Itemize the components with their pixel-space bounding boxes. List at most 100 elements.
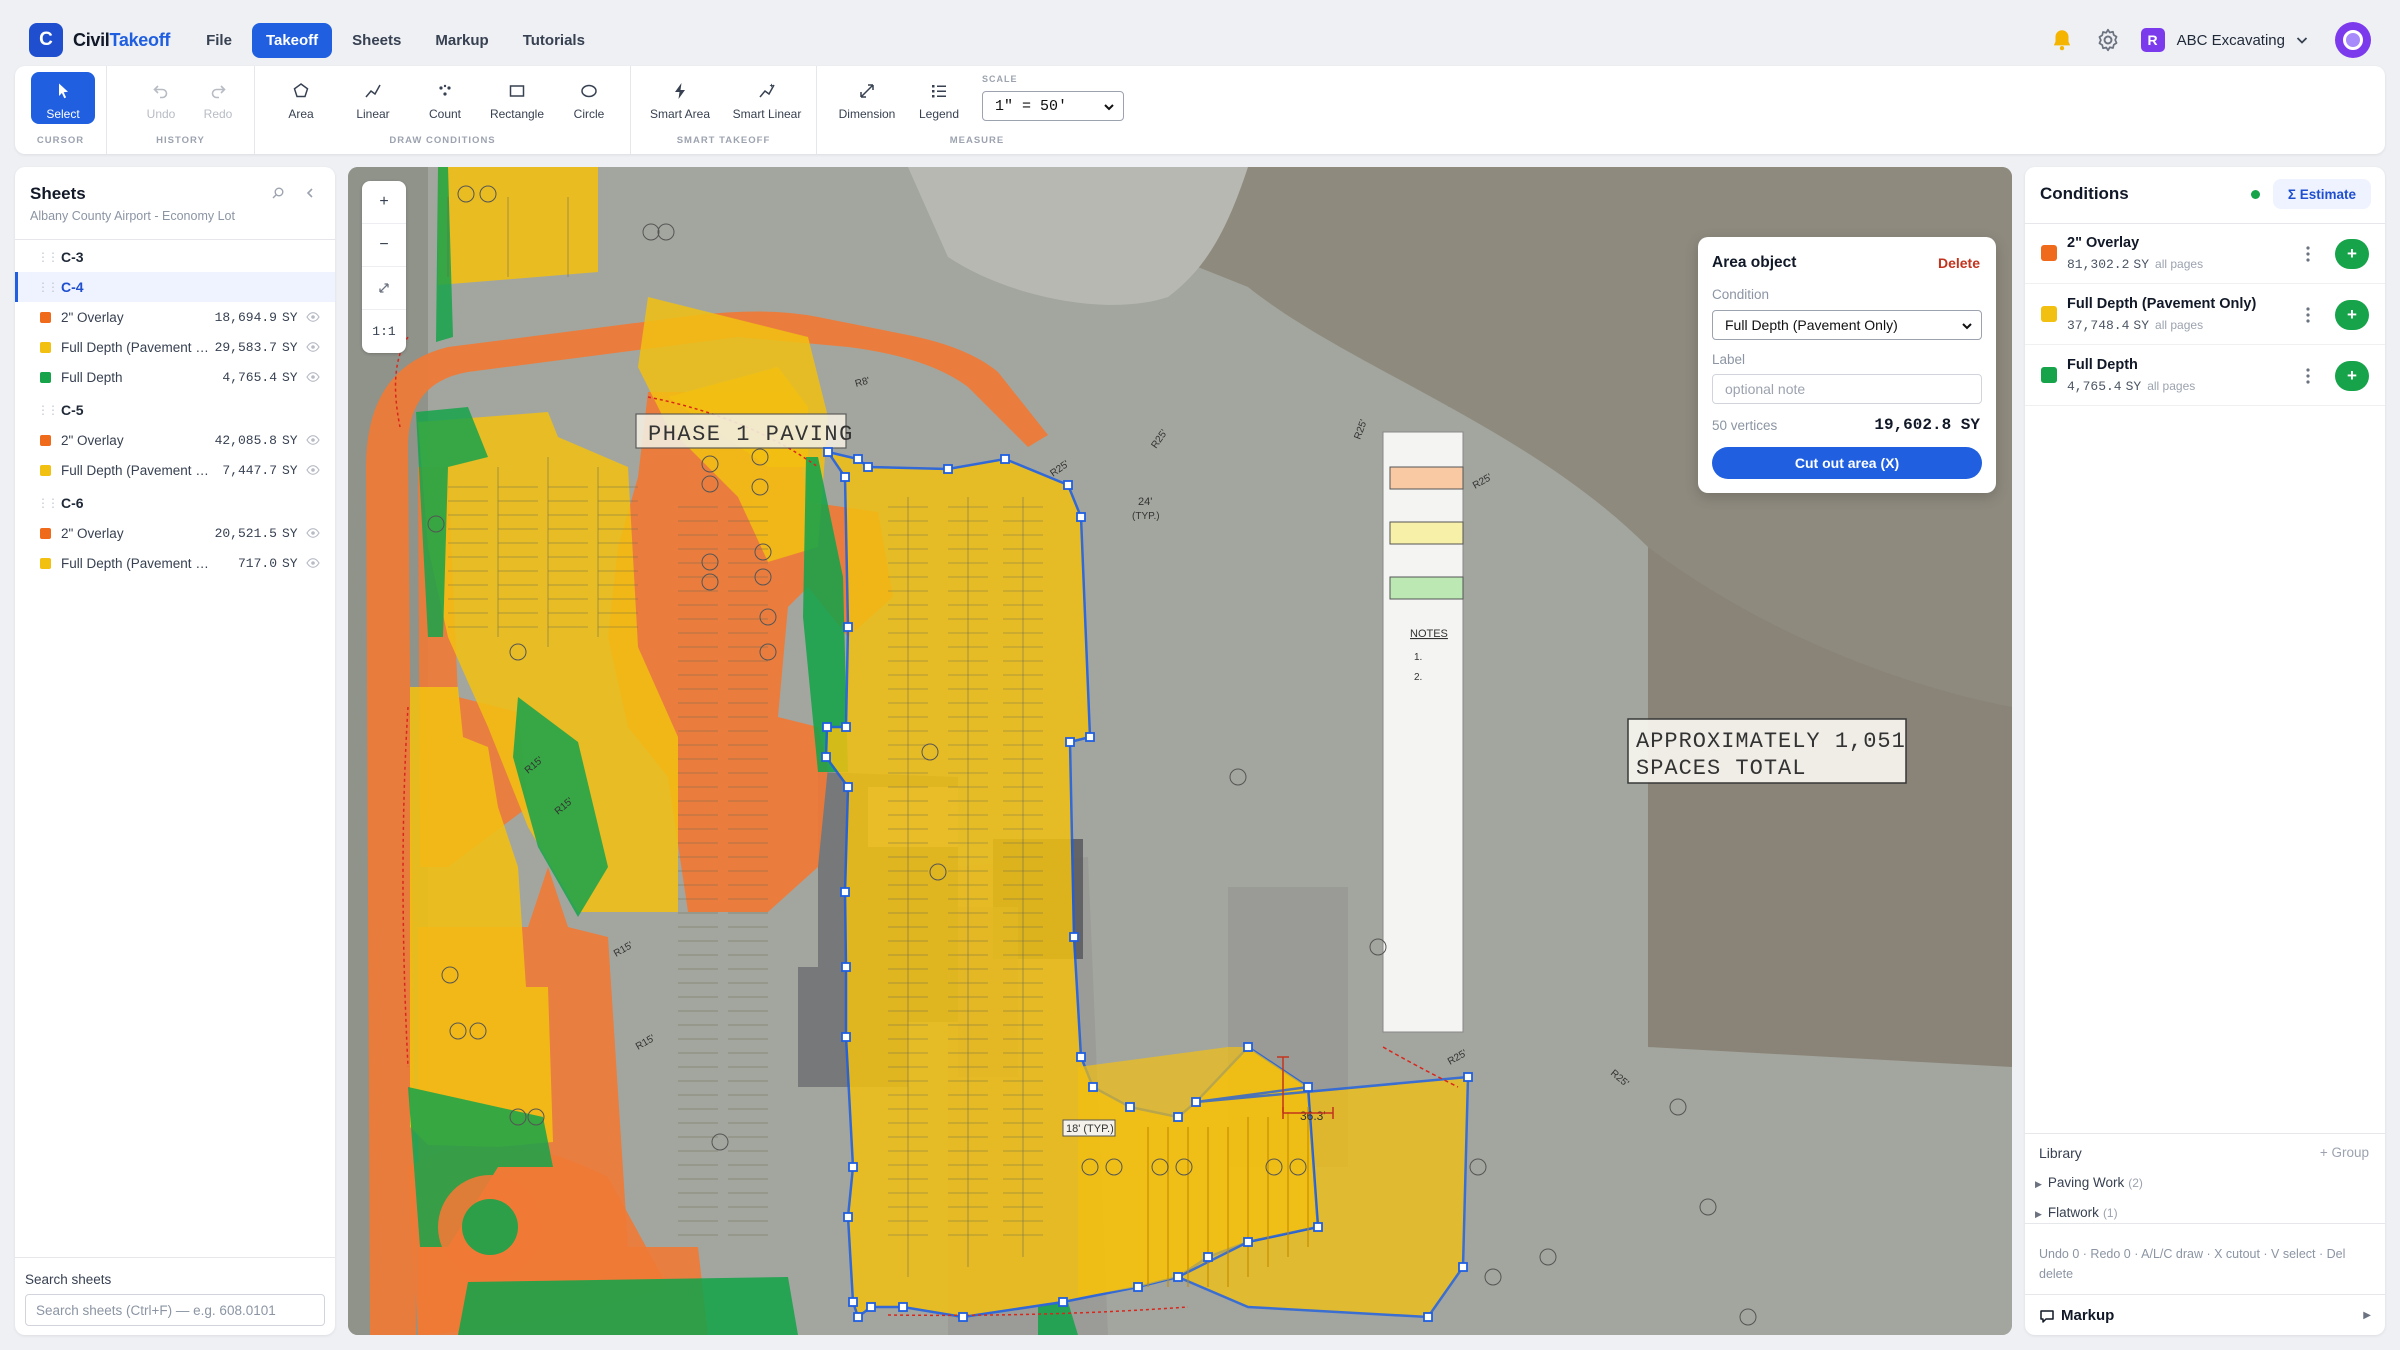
sheet-item-c4[interactable]: ⋮⋮ C-4 <box>15 272 335 302</box>
area-tool-button[interactable]: Area <box>269 72 333 124</box>
bell-icon[interactable] <box>2049 27 2075 53</box>
vertex-handle[interactable] <box>1173 1272 1183 1282</box>
vertex-handle[interactable] <box>840 472 850 482</box>
rectangle-tool-button[interactable]: Rectangle <box>485 72 549 124</box>
chevron-left-icon[interactable] <box>303 186 317 200</box>
vertex-handle[interactable] <box>843 782 853 792</box>
vertex-handle[interactable] <box>1125 1102 1135 1112</box>
dimension-tool-button[interactable]: Dimension <box>831 72 903 124</box>
menu-tutorials[interactable]: Tutorials <box>509 23 599 58</box>
vertex-handle[interactable] <box>1085 732 1095 742</box>
vertex-handle[interactable] <box>898 1302 908 1312</box>
zoom-in-button[interactable]: + <box>362 181 406 224</box>
gear-icon[interactable] <box>2095 27 2121 53</box>
org-icon[interactable]: R <box>2140 28 2165 52</box>
add-condition-button[interactable]: + <box>2335 239 2369 269</box>
vertex-handle[interactable] <box>1069 932 1079 942</box>
sheet-condition-row[interactable]: Full Depth (Pavement Only) 29,583.7 SY <box>15 332 335 362</box>
condition-item[interactable]: 2" Overlay 81,302.2 SY all pages + <box>2025 224 2385 284</box>
vertex-handle[interactable] <box>1088 1082 1098 1092</box>
scale-select[interactable]: 1" = 50' <box>982 91 1124 121</box>
vertex-handle[interactable] <box>848 1297 858 1307</box>
smart-area-button[interactable]: Smart Area <box>643 72 717 124</box>
vertex-handle[interactable] <box>1076 1052 1086 1062</box>
menu-sheets[interactable]: Sheets <box>338 23 415 58</box>
vertex-handle[interactable] <box>841 962 851 972</box>
sheet-condition-row[interactable]: Full Depth (Pavement Only) 717.0 SY <box>15 548 335 578</box>
more-vertical-icon[interactable] <box>2304 305 2312 325</box>
redo-button[interactable]: Redo <box>186 72 250 124</box>
reset-zoom-button[interactable]: 1:1 <box>362 310 406 353</box>
vertex-handle[interactable] <box>1303 1082 1313 1092</box>
cut-out-area-button[interactable]: Cut out area (X) <box>1712 447 1982 479</box>
search-sheets-input[interactable] <box>25 1294 325 1326</box>
sheet-condition-row[interactable]: 2" Overlay 20,521.5 SY <box>15 518 335 548</box>
vertex-handle[interactable] <box>840 887 850 897</box>
menu-takeoff[interactable]: Takeoff <box>251 22 333 58</box>
vertex-handle[interactable] <box>866 1302 876 1312</box>
sheet-condition-row[interactable]: Full Depth 4,765.4 SY <box>15 362 335 392</box>
eye-icon[interactable] <box>305 433 320 447</box>
more-vertical-icon[interactable] <box>2304 366 2312 386</box>
vertex-handle[interactable] <box>1058 1297 1068 1307</box>
vertex-handle[interactable] <box>1313 1222 1323 1232</box>
select-tool-button[interactable]: Select <box>31 72 95 124</box>
condition-item[interactable]: Full Depth (Pavement Only) 37,748.4 SY all… <box>2025 285 2385 345</box>
count-tool-button[interactable]: Count <box>413 72 477 124</box>
delete-button[interactable]: Delete <box>1938 255 1980 271</box>
library-item-flatwork[interactable]: ▶ Flatwork (1) <box>2035 1205 2118 1220</box>
vertex-handle[interactable] <box>1243 1042 1253 1052</box>
caret-right-icon[interactable]: ▶ <box>2363 1310 2371 1321</box>
condition-select[interactable]: Full Depth (Pavement Only) <box>1712 310 1982 340</box>
vertex-handle[interactable] <box>1423 1312 1433 1322</box>
vertex-handle[interactable] <box>853 1312 863 1322</box>
org-name[interactable]: ABC Excavating <box>2177 32 2285 49</box>
add-condition-button[interactable]: + <box>2335 300 2369 330</box>
vertex-handle[interactable] <box>1133 1282 1143 1292</box>
chevron-down-icon[interactable] <box>2295 33 2309 47</box>
drag-handle-icon[interactable]: ⋮⋮ <box>37 403 59 417</box>
undo-button[interactable]: Undo <box>129 72 193 124</box>
vertex-handle[interactable] <box>822 722 832 732</box>
zoom-out-button[interactable]: − <box>362 224 406 267</box>
vertex-handle[interactable] <box>1076 512 1086 522</box>
sheet-item-c3[interactable]: ⋮⋮ C-3 <box>15 242 335 272</box>
vertex-handle[interactable] <box>853 454 863 464</box>
estimate-button[interactable]: Σ Estimate <box>2273 179 2371 209</box>
vertex-handle[interactable] <box>1063 480 1073 490</box>
markup-section-toggle[interactable]: Markup <box>2039 1307 2114 1324</box>
sheet-item-c6[interactable]: ⋮⋮ C-6 <box>15 488 335 518</box>
eye-icon[interactable] <box>305 556 320 570</box>
smart-linear-button[interactable]: Smart Linear <box>727 72 807 124</box>
vertex-handle[interactable] <box>1243 1237 1253 1247</box>
eye-icon[interactable] <box>305 340 320 354</box>
condition-item[interactable]: Full Depth 4,765.4 SY all pages + <box>2025 346 2385 406</box>
vertex-handle[interactable] <box>843 1212 853 1222</box>
vertex-handle[interactable] <box>1203 1252 1213 1262</box>
vertex-handle[interactable] <box>823 447 833 457</box>
sheet-condition-row[interactable]: 2" Overlay 42,085.8 SY <box>15 425 335 455</box>
vertex-handle[interactable] <box>1065 737 1075 747</box>
drag-handle-icon[interactable]: ⋮⋮ <box>37 496 59 510</box>
vertex-handle[interactable] <box>841 1032 851 1042</box>
search-icon[interactable] <box>271 186 285 200</box>
vertex-handle[interactable] <box>863 462 873 472</box>
legend-tool-button[interactable]: Legend <box>907 72 971 124</box>
drag-handle-icon[interactable]: ⋮⋮ <box>37 280 59 294</box>
add-group-button[interactable]: + Group <box>2320 1145 2369 1160</box>
vertex-handle[interactable] <box>943 464 953 474</box>
vertex-handle[interactable] <box>843 622 853 632</box>
circle-tool-button[interactable]: Circle <box>557 72 621 124</box>
vertex-handle[interactable] <box>958 1312 968 1322</box>
label-input[interactable] <box>1712 374 1982 404</box>
menu-file[interactable]: File <box>192 23 246 58</box>
eye-icon[interactable] <box>305 526 320 540</box>
drag-handle-icon[interactable]: ⋮⋮ <box>37 250 59 264</box>
eye-icon[interactable] <box>305 370 320 384</box>
vertex-handle[interactable] <box>848 1162 858 1172</box>
library-item-paving-work[interactable]: ▶ Paving Work (2) <box>2035 1175 2143 1190</box>
vertex-handle[interactable] <box>1000 454 1010 464</box>
sheet-condition-row[interactable]: Full Depth (Pavement Only) 7,447.7 SY <box>15 455 335 485</box>
vertex-handle[interactable] <box>1463 1072 1473 1082</box>
sheet-item-c5[interactable]: ⋮⋮ C-5 <box>15 395 335 425</box>
